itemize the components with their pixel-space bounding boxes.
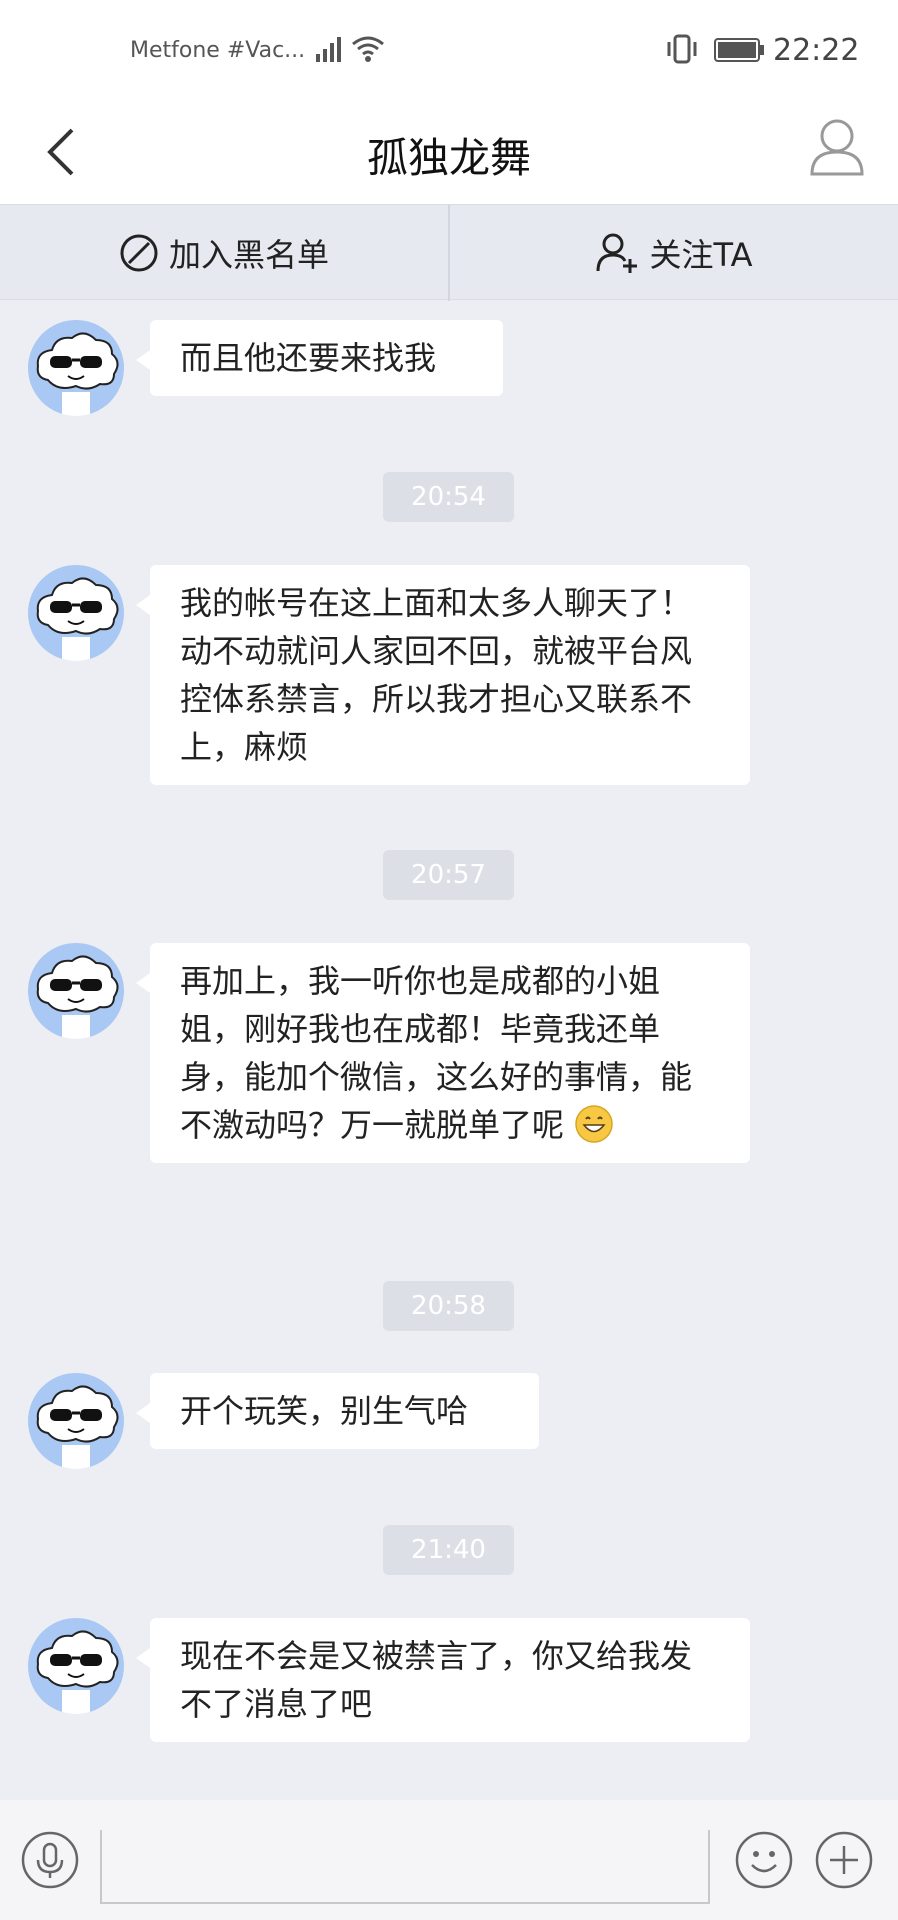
message-bubble[interactable]: 现在不会是又被禁言了，你又给我发不了消息了吧 bbox=[136, 1618, 750, 1742]
blacklist-label: 加入黑名单 bbox=[168, 236, 329, 274]
add-to-blacklist-button[interactable]: 加入黑名单 bbox=[0, 205, 448, 301]
avatar[interactable] bbox=[28, 320, 124, 416]
clock: 22:22 bbox=[773, 33, 860, 68]
timestamp: 20:54 bbox=[383, 472, 514, 522]
cloud-sunglasses-avatar-icon bbox=[36, 332, 119, 416]
follow-button[interactable]: 关注TA bbox=[450, 205, 898, 301]
message-bubble[interactable]: 而且他还要来找我 bbox=[136, 320, 503, 396]
chat-area[interactable]: 而且他还要来找我 20:54 我的帐号在这上面和太多人聊天了！动不动就问人家回不… bbox=[0, 300, 898, 1800]
user-profile-icon[interactable] bbox=[808, 116, 866, 178]
message-text: 开个玩笑，别生气哈 bbox=[180, 1392, 469, 1430]
plus-icon[interactable] bbox=[814, 1830, 874, 1890]
grinning-face-emoji-icon bbox=[575, 1105, 613, 1143]
navigation-bar: 孤独龙舞 bbox=[0, 102, 898, 204]
avatar[interactable] bbox=[28, 1618, 124, 1714]
action-bar: 加入黑名单 关注TA bbox=[0, 204, 898, 301]
status-bar: Metfone #Vac... 22:22 bbox=[0, 0, 898, 102]
add-user-icon bbox=[596, 233, 637, 273]
cloud-sunglasses-avatar-icon bbox=[36, 577, 119, 661]
cloud-sunglasses-avatar-icon bbox=[36, 1385, 119, 1469]
battery-icon bbox=[714, 38, 764, 62]
message-text: 我的帐号在这上面和太多人聊天了！动不动就问人家回不回，就被平台风控体系禁言，所以… bbox=[180, 584, 693, 766]
message-text: 而且他还要来找我 bbox=[180, 339, 437, 377]
message-input[interactable] bbox=[100, 1830, 710, 1904]
follow-label: 关注TA bbox=[649, 236, 753, 274]
avatar[interactable] bbox=[28, 1373, 124, 1469]
message-text: 再加上，我一听你也是成都的小姐姐，刚好我也在成都！毕竟我还单身，能加个微信，这么… bbox=[180, 962, 693, 1144]
avatar[interactable] bbox=[28, 565, 124, 661]
input-bar bbox=[0, 1800, 898, 1920]
avatar[interactable] bbox=[28, 943, 124, 1039]
ban-icon bbox=[120, 234, 158, 272]
timestamp: 20:57 bbox=[383, 850, 514, 900]
microphone-icon[interactable] bbox=[20, 1830, 80, 1890]
message-text: 现在不会是又被禁言了，你又给我发不了消息了吧 bbox=[180, 1637, 693, 1723]
message-bubble[interactable]: 开个玩笑，别生气哈 bbox=[136, 1373, 539, 1449]
wifi-icon bbox=[352, 36, 384, 62]
timestamp: 21:40 bbox=[383, 1525, 514, 1575]
emoji-smile-icon[interactable] bbox=[734, 1830, 794, 1890]
signal-icon bbox=[316, 37, 341, 62]
message-bubble[interactable]: 我的帐号在这上面和太多人聊天了！动不动就问人家回不回，就被平台风控体系禁言，所以… bbox=[136, 565, 750, 785]
cloud-sunglasses-avatar-icon bbox=[36, 1630, 119, 1714]
carrier-name: Metfone #Vac... bbox=[130, 38, 306, 63]
page-title: 孤独龙舞 bbox=[367, 134, 531, 182]
vibrate-icon bbox=[667, 34, 697, 64]
timestamp: 20:58 bbox=[383, 1281, 514, 1331]
cloud-sunglasses-avatar-icon bbox=[36, 955, 119, 1039]
message-bubble[interactable]: 再加上，我一听你也是成都的小姐姐，刚好我也在成都！毕竟我还单身，能加个微信，这么… bbox=[136, 943, 750, 1163]
